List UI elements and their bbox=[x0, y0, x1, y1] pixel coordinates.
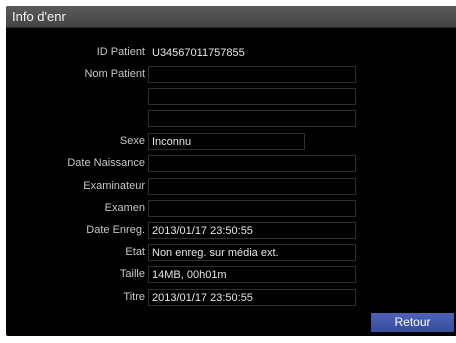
row-size: Taille 14MB, 00h01m bbox=[6, 266, 456, 285]
row-status: Etat Non enreg. sur média ext. bbox=[6, 244, 456, 263]
row-birth-date: Date Naissance bbox=[6, 155, 456, 174]
examiner-field[interactable] bbox=[148, 178, 356, 195]
size-label: Taille bbox=[119, 268, 145, 280]
title-label: Titre bbox=[123, 291, 145, 303]
exam-label: Examen bbox=[104, 202, 145, 214]
examiner-label: Examinateur bbox=[83, 180, 145, 192]
status-field: Non enreg. sur média ext. bbox=[148, 244, 356, 261]
patient-name-label: Nom Patient bbox=[84, 68, 145, 80]
patient-name-field-3[interactable] bbox=[148, 110, 356, 127]
row-patient-id: ID Patient U34567011757855 bbox=[6, 44, 456, 63]
record-date-label: Date Enreg. bbox=[86, 224, 145, 236]
row-patient-name: Nom Patient bbox=[6, 66, 456, 85]
row-patient-name-2 bbox=[6, 88, 456, 107]
patient-id-field: U34567011757855 bbox=[148, 44, 356, 61]
exam-field[interactable] bbox=[148, 200, 356, 217]
patient-id-label: ID Patient bbox=[96, 46, 145, 58]
size-field: 14MB, 00h01m bbox=[148, 266, 356, 283]
record-info-window: Info d'enr ID Patient U34567011757855 No… bbox=[6, 6, 456, 336]
patient-name-field-2[interactable] bbox=[148, 88, 356, 105]
sex-field[interactable]: Inconnu bbox=[148, 133, 305, 150]
status-label: Etat bbox=[125, 246, 145, 258]
row-record-date: Date Enreg. 2013/01/17 23:50:55 bbox=[6, 222, 456, 241]
title-field[interactable]: 2013/01/17 23:50:55 bbox=[148, 289, 356, 306]
record-date-field: 2013/01/17 23:50:55 bbox=[148, 222, 356, 239]
birth-date-label: Date Naissance bbox=[67, 157, 145, 169]
title-bar: Info d'enr bbox=[6, 6, 456, 28]
row-patient-name-3 bbox=[6, 110, 456, 129]
row-exam: Examen bbox=[6, 200, 456, 219]
row-sex: Sexe Inconnu bbox=[6, 133, 456, 152]
row-examiner: Examinateur bbox=[6, 178, 456, 197]
window-title: Info d'enr bbox=[12, 9, 66, 24]
sex-label: Sexe bbox=[119, 135, 145, 147]
back-button[interactable]: Retour bbox=[371, 313, 454, 332]
row-title: Titre 2013/01/17 23:50:55 bbox=[6, 289, 456, 308]
patient-name-field[interactable] bbox=[148, 66, 356, 83]
birth-date-field[interactable] bbox=[148, 155, 356, 172]
